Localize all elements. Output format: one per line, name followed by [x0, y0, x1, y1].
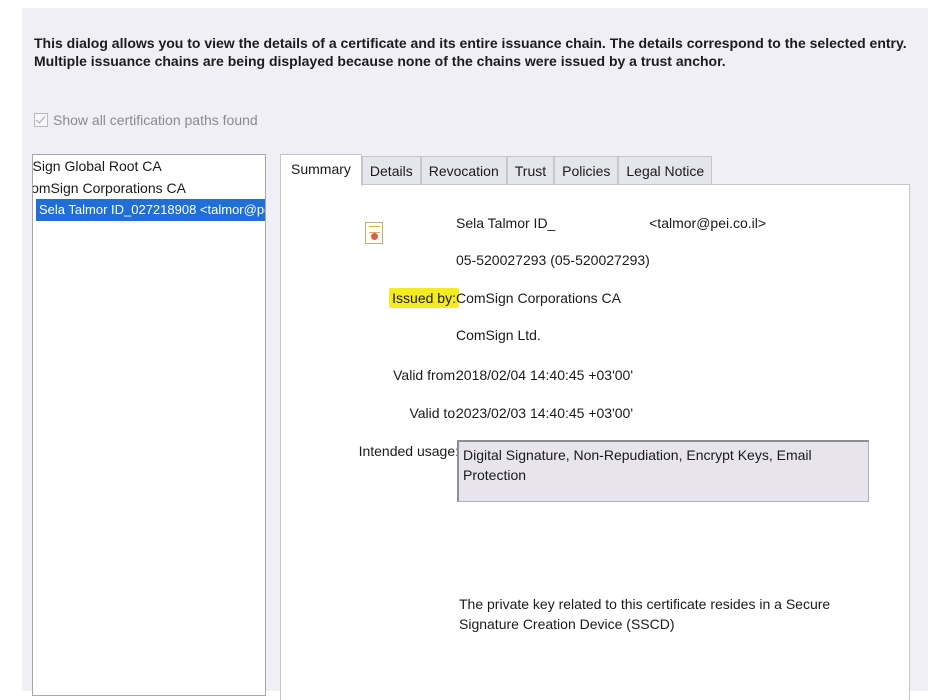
- intended-usage-field[interactable]: Digital Signature, Non-Repudiation, Encr…: [457, 440, 869, 502]
- chain-item-label: ComSign Corporations CA: [32, 180, 186, 196]
- issuer-name: ComSign Corporations CA: [456, 290, 621, 306]
- tab-trust[interactable]: Trust: [506, 156, 555, 185]
- chain-item-corporations-ca[interactable]: ComSign Corporations CA: [32, 177, 265, 199]
- subject-line: Sela Talmor ID_ <talmor@pei.co.il>: [456, 215, 766, 231]
- valid-from-value: 2018/02/04 14:40:45 +03'00': [456, 367, 634, 383]
- subject-name: Sela Talmor ID_: [456, 215, 556, 231]
- tab-policies[interactable]: Policies: [554, 156, 619, 185]
- dialog-description: This dialog allows you to view the detai…: [34, 35, 907, 69]
- issued-by-label: Issued by:: [389, 288, 459, 308]
- chain-item-label: Sela Talmor ID_027218908 <talmor@pei.co.…: [39, 202, 265, 217]
- tab-legal-notice[interactable]: Legal Notice: [618, 156, 713, 185]
- valid-from-label: Valid from:: [393, 367, 459, 383]
- valid-to-label: Valid to:: [409, 405, 459, 421]
- tab-details[interactable]: Details: [361, 156, 421, 185]
- tab-revocation[interactable]: Revocation: [420, 156, 507, 185]
- subject-id: 05-520027293 (05-520027293): [456, 252, 650, 268]
- certificate-chain-tree[interactable]: ComSign Global Root CA ComSign Corporati…: [32, 154, 266, 696]
- chain-item-selected-cert[interactable]: Sela Talmor ID_027218908 <talmor@pei.co.…: [36, 199, 265, 221]
- chain-item-label: ComSign Global Root CA: [32, 158, 162, 174]
- show-all-paths-label: Show all certification paths found: [53, 112, 258, 128]
- subject-email: <talmor@pei.co.il>: [649, 215, 767, 231]
- intended-usage-label: Intended usage:: [358, 443, 459, 459]
- checkmark-icon[interactable]: [34, 113, 48, 127]
- private-key-note: The private key related to this certific…: [459, 596, 831, 632]
- chain-item-root-ca[interactable]: ComSign Global Root CA: [32, 155, 265, 177]
- certificate-icon: [365, 222, 383, 244]
- issued-by-highlight: Issued by:: [389, 288, 459, 308]
- issuer-org: ComSign Ltd.: [456, 327, 541, 343]
- tab-bar: Summary Details Revocation Trust Policie…: [280, 154, 713, 186]
- valid-to-value: 2023/02/03 14:40:45 +03'00': [456, 405, 634, 421]
- tab-summary[interactable]: Summary: [280, 154, 362, 186]
- summary-panel: Sela Talmor ID_ <talmor@pei.co.il> 05-52…: [280, 184, 910, 700]
- certificate-viewer-dialog: This dialog allows you to view the detai…: [22, 8, 928, 700]
- show-all-paths-checkbox[interactable]: Show all certification paths found: [34, 112, 258, 128]
